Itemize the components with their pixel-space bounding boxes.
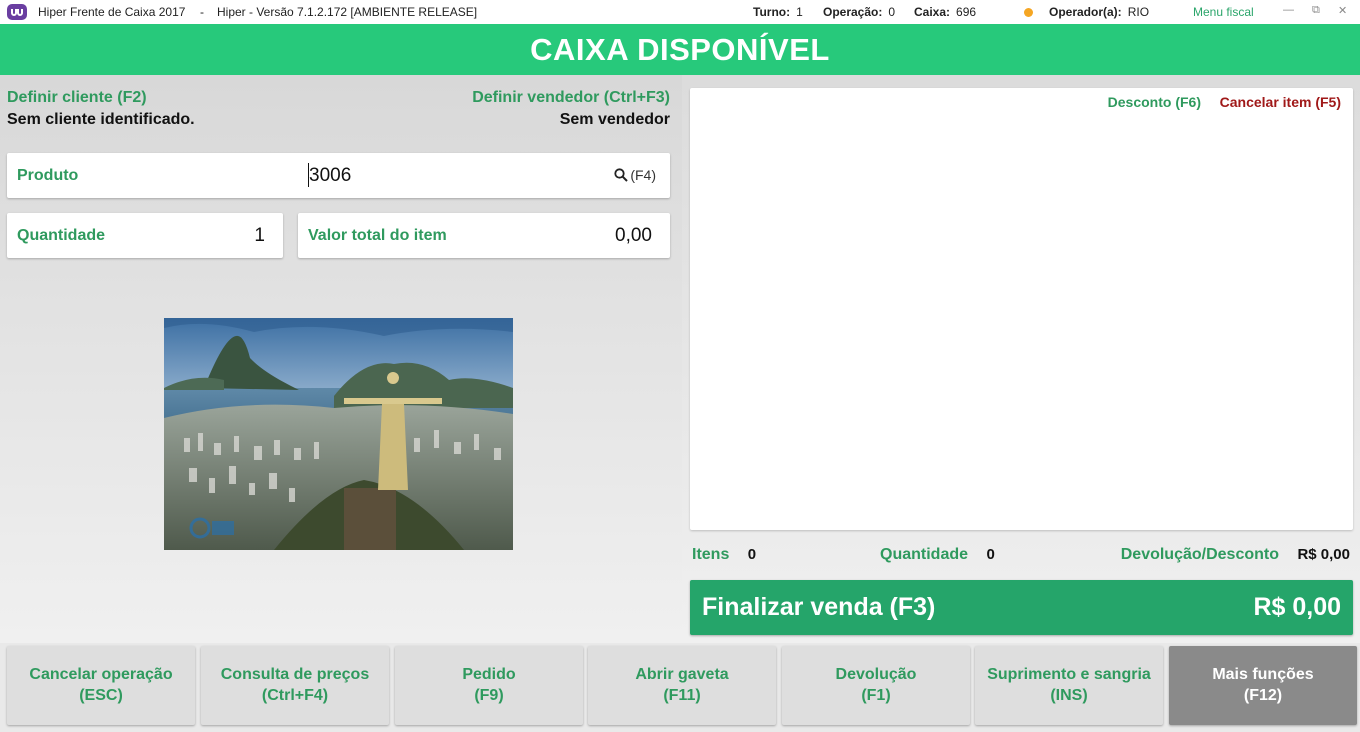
items-summary: Itens 0 [692,546,756,564]
operador-label: Operador(a): [1049,5,1122,19]
items-count-value: 0 [747,546,757,563]
more-functions-button[interactable]: Mais funções (F12) [1169,646,1357,725]
open-drawer-button[interactable]: Abrir gaveta (F11) [588,646,776,725]
app-title: Hiper Frente de Caixa 2017 [38,5,186,19]
app-version: Hiper - Versão 7.1.2.172 [AMBIENTE RELEA… [217,5,478,19]
button-label: Consulta de preços [220,666,370,683]
turno-info: Turno: 1 [753,5,803,19]
button-label: Devolução [835,666,917,683]
button-shortcut: (ESC) [79,687,123,704]
menu-fiscal-link[interactable]: Menu fiscal [1193,5,1254,19]
supply-withdrawal-button[interactable]: Suprimento e sangria (INS) [975,646,1163,725]
define-client-link[interactable]: Definir cliente (F2) [7,89,147,107]
return-discount-value: R$ 0,00 [1297,546,1350,563]
caixa-info: Caixa: 696 [914,5,976,19]
item-total-label: Valor total do item [308,227,447,244]
item-total-field: Valor total do item 0,00 [298,213,670,258]
client-status: Sem cliente identificado. [7,111,195,128]
operador-value: RIO [1127,5,1150,19]
return-button[interactable]: Devolução (F1) [782,646,970,725]
return-discount-summary: Devolução/Desconto R$ 0,00 [1121,546,1350,564]
quantity-total-value: 0 [986,546,995,563]
quantity-field[interactable]: Quantidade 1 [7,213,283,258]
title-separator: - [200,5,204,19]
discount-link[interactable]: Desconto (F6) [1108,94,1201,110]
sale-total: R$ 0,00 [1253,593,1341,621]
city-landscape-image [164,318,513,550]
define-seller-link[interactable]: Definir vendedor (Ctrl+F3) [472,89,670,107]
status-indicator-icon [1024,8,1033,17]
finalize-sale-label: Finalizar venda (F3) [702,593,936,621]
title-bar: Hiper Frente de Caixa 2017 - Hiper - Ver… [0,0,1360,24]
button-shortcut: (F12) [1243,687,1283,704]
product-search-button[interactable]: (F4) [614,167,656,183]
item-total-value: 0,00 [615,225,652,246]
close-icon[interactable]: ✕ [1338,4,1347,17]
function-bar: Cancelar operação (ESC) Consulta de preç… [0,643,1360,732]
status-header: CAIXA DISPONÍVEL [0,24,1360,75]
search-icon [614,168,629,182]
finalize-sale-button[interactable]: Finalizar venda (F3) R$ 0,00 [690,580,1353,635]
item-list[interactable]: Desconto (F6) Cancelar item (F5) [690,88,1353,530]
cancel-operation-button[interactable]: Cancelar operação (ESC) [7,646,195,725]
return-discount-label: Devolução/Desconto [1120,546,1279,563]
product-label: Produto [17,167,79,184]
button-label: Cancelar operação [29,666,173,683]
button-shortcut: (F1) [861,687,891,704]
search-shortcut: (F4) [630,167,656,183]
button-shortcut: (F11) [663,687,701,704]
operacao-info: Operação: 0 [823,5,895,19]
operacao-value: 0 [888,5,896,19]
order-button[interactable]: Pedido (F9) [395,646,583,725]
caixa-label: Caixa: [914,5,951,19]
quantity-input[interactable]: 1 [254,225,265,247]
turno-value: 1 [796,5,803,19]
button-shortcut: (INS) [1050,687,1088,704]
operador-info: Operador(a): RIO [1049,5,1149,19]
product-input[interactable]: 3006 [309,165,351,187]
minimize-icon[interactable]: — [1283,4,1294,16]
button-label: Pedido [462,666,516,683]
restore-icon[interactable]: ⧉ [1312,4,1320,17]
button-label: Abrir gaveta [635,666,729,683]
button-label: Mais funções [1212,666,1314,683]
turno-label: Turno: [753,5,791,19]
caixa-value: 696 [956,5,977,19]
quantity-summary: Quantidade 0 [880,546,995,564]
button-shortcut: (Ctrl+F4) [261,687,329,704]
button-label: Suprimento e sangria [987,666,1151,683]
operacao-label: Operação: [823,5,883,19]
seller-status: Sem vendedor [559,111,670,128]
items-count-label: Itens [692,546,730,563]
quantity-label: Quantidade [17,227,106,244]
product-field[interactable]: Produto 3006 (F4) [7,153,670,198]
hiper-logo-icon [7,4,27,20]
button-shortcut: (F9) [474,687,504,704]
product-image [164,318,513,550]
cancel-item-link[interactable]: Cancelar item (F5) [1220,94,1341,110]
quantity-total-label: Quantidade [880,546,969,563]
price-lookup-button[interactable]: Consulta de preços (Ctrl+F4) [201,646,389,725]
